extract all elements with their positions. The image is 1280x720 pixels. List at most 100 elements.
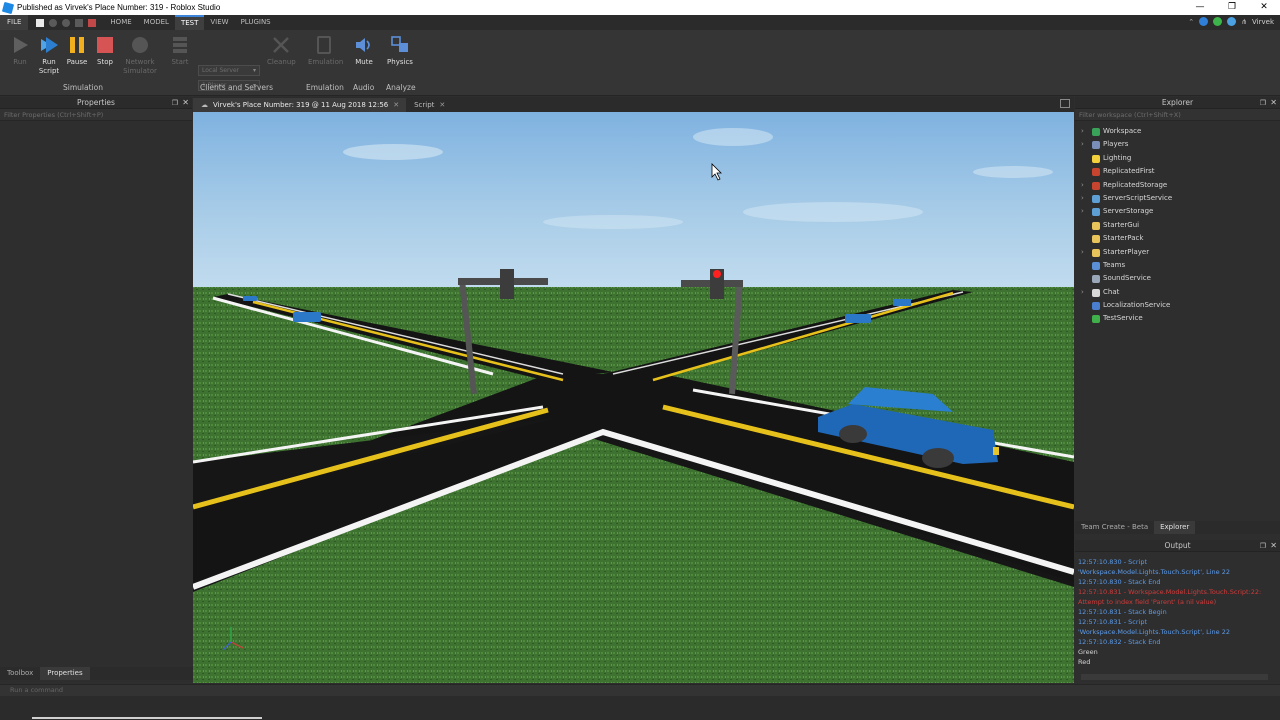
output-panel: Output ❐ ✕ 12:57:10.830 - Script 'Workspa… (1075, 540, 1280, 683)
3d-viewport[interactable] (193, 112, 1074, 683)
tab-plugins[interactable]: PLUGINS (235, 15, 277, 30)
expand-chevron-icon[interactable]: › (1081, 179, 1084, 192)
close-tab-icon[interactable]: ✕ (439, 98, 445, 112)
explorer-item-lighting[interactable]: Lighting (1075, 152, 1280, 165)
properties-panel: Properties ❐ ✕ Filter Properties (Ctrl+S… (0, 97, 192, 667)
expand-chevron-icon[interactable]: › (1081, 286, 1084, 299)
explorer-item-startergui[interactable]: StarterGui (1075, 219, 1280, 232)
tab-home[interactable]: HOME (104, 15, 137, 30)
restore-button[interactable]: ❐ (1216, 0, 1248, 15)
explorer-item-localizationservice[interactable]: LocalizationService (1075, 299, 1280, 312)
output-line: 'Workspace.Model.Lights.Touch.Script', L… (1078, 628, 1231, 636)
window-title: Published as Virvek's Place Number: 319 … (17, 3, 221, 12)
service-icon (1092, 128, 1100, 136)
physics-button[interactable]: Physics (386, 35, 414, 67)
tab-model[interactable]: MODEL (138, 15, 175, 30)
start-button[interactable]: Start (166, 35, 194, 67)
expand-chevron-icon[interactable]: › (1081, 192, 1084, 205)
quick-access-toolbar (36, 18, 97, 27)
explorer-item-testservice[interactable]: TestService (1075, 312, 1280, 325)
explorer-item-label: Players (1103, 140, 1129, 149)
undo-icon[interactable] (49, 18, 58, 27)
dock-icon[interactable]: ❐ (172, 97, 178, 109)
close-icon[interactable]: ✕ (1270, 540, 1277, 552)
output-line: 12:57:10.831 - Stack Begin (1078, 608, 1167, 616)
close-icon[interactable]: ✕ (1270, 97, 1277, 109)
properties-header: Properties ❐ ✕ (0, 97, 192, 109)
explorer-item-replicatedstorage[interactable]: › ReplicatedStorage (1075, 179, 1280, 192)
service-icon (1092, 168, 1100, 177)
pause-button[interactable]: Pause (63, 35, 91, 67)
cleanup-button[interactable]: Cleanup (267, 35, 296, 67)
explorer-item-teams[interactable]: Teams (1075, 259, 1280, 272)
minimize-button[interactable]: — (1184, 0, 1216, 15)
output-line: 'Workspace.Model.Lights.Touch.Script', L… (1078, 568, 1231, 576)
output-title: Output (1164, 541, 1191, 550)
dock-icon[interactable]: ❐ (1260, 540, 1266, 552)
expand-chevron-icon[interactable]: › (1081, 125, 1084, 138)
explorer-item-replicatedfirst[interactable]: ReplicatedFirst (1075, 165, 1280, 178)
play-icon (14, 37, 28, 53)
explorer-title: Explorer (1161, 98, 1194, 107)
cloud (973, 166, 1053, 178)
tab-script[interactable]: Script ✕ (406, 98, 452, 112)
horizontal-scrollbar[interactable] (1081, 674, 1268, 680)
explorer-item-chat[interactable]: › Chat (1075, 286, 1280, 299)
stop-button[interactable]: Stop (91, 35, 119, 67)
traffic-light (500, 269, 514, 299)
tab-explorer[interactable]: Explorer (1154, 521, 1196, 534)
explorer-item-label: ServerStorage (1103, 207, 1154, 216)
run-script-button[interactable]: Run Script (35, 35, 63, 76)
chat-icon[interactable] (1227, 17, 1237, 26)
close-tab-icon[interactable]: ✕ (393, 98, 399, 112)
scene (193, 112, 1074, 683)
dock-icon[interactable]: ❐ (1260, 97, 1266, 109)
online-status-icon[interactable] (1213, 17, 1223, 26)
run-button[interactable]: Run (6, 35, 34, 67)
mute-button[interactable]: Mute (350, 35, 378, 67)
explorer-item-label: Chat (1103, 287, 1120, 296)
tab-view[interactable]: VIEW (204, 15, 234, 30)
tab-toolbox[interactable]: Toolbox (0, 667, 40, 680)
tab-place[interactable]: ☁ Virvek's Place Number: 319 @ 11 Aug 20… (193, 98, 407, 112)
expand-chevron-icon[interactable]: › (1081, 138, 1084, 151)
cloud (543, 215, 683, 229)
file-menu[interactable]: FILE (0, 15, 29, 30)
server-dropdown[interactable]: Local Server (198, 65, 260, 76)
explorer-item-starterpack[interactable]: StarterPack (1075, 232, 1280, 245)
explorer-filter-input[interactable]: Filter workspace (Ctrl+Shift+X) (1075, 109, 1280, 121)
stop-icon[interactable] (88, 18, 97, 27)
command-bar-input[interactable]: Run a command (0, 684, 1280, 696)
network-simulator-button[interactable]: Network Simulator (122, 35, 158, 76)
tab-test[interactable]: TEST (174, 15, 205, 30)
service-icon (1092, 315, 1100, 324)
explorer-item-workspace[interactable]: › Workspace (1075, 125, 1280, 138)
close-button[interactable]: ✕ (1248, 0, 1280, 15)
expand-chevron-icon[interactable]: › (1081, 246, 1084, 259)
explorer-item-serverstorage[interactable]: › ServerStorage (1075, 205, 1280, 218)
user-name[interactable]: Virvek (1252, 18, 1274, 26)
explorer-item-soundservice[interactable]: SoundService (1075, 272, 1280, 285)
service-icon (1092, 248, 1100, 257)
maximize-viewport-icon[interactable] (1060, 99, 1070, 108)
service-icon (1092, 302, 1100, 311)
output-line: 12:57:10.831 - Workspace.Model.Lights.To… (1078, 588, 1262, 596)
close-icon[interactable]: ✕ (182, 97, 189, 109)
explorer-item-serverscriptservice[interactable]: › ServerScriptService (1075, 192, 1280, 205)
save-icon[interactable] (75, 18, 84, 27)
share-icon[interactable]: ⋔ (1241, 18, 1247, 26)
redo-icon[interactable] (62, 18, 71, 27)
chevron-up-icon[interactable]: ⌃ (1188, 18, 1194, 26)
explorer-item-starterplayer[interactable]: › StarterPlayer (1075, 246, 1280, 259)
car (243, 296, 257, 301)
explorer-item-players[interactable]: › Players (1075, 138, 1280, 151)
expand-chevron-icon[interactable]: › (1081, 205, 1084, 218)
emulation-button[interactable]: Emulation (308, 35, 343, 67)
new-file-icon[interactable] (36, 18, 45, 27)
properties-filter-input[interactable]: Filter Properties (Ctrl+Shift+P) (0, 109, 192, 121)
properties-title: Properties (77, 98, 115, 107)
stop-square-icon (97, 37, 113, 53)
tab-properties[interactable]: Properties (40, 667, 90, 680)
help-icon[interactable] (1199, 17, 1209, 26)
tab-team-create[interactable]: Team Create - Beta (1075, 521, 1154, 534)
